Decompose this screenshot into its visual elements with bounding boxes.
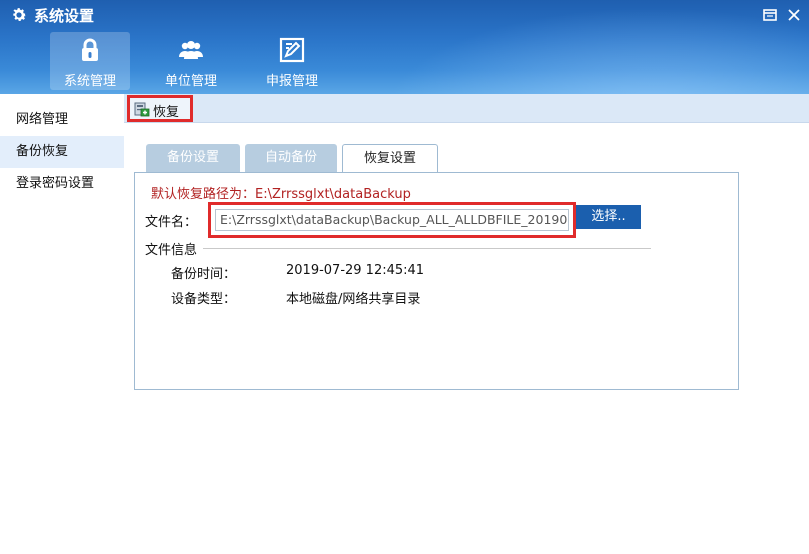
nav-label: 申报管理 <box>265 74 318 89</box>
file-name-label: 文件名： <box>145 215 198 230</box>
maximize-icon[interactable] <box>762 7 778 23</box>
nav-label: 单位管理 <box>164 74 217 89</box>
file-name-field[interactable]: E:\Zrrssglxt\dataBackup\Backup_ALL_ALLDB… <box>215 209 569 231</box>
nav-report-management[interactable]: 申报管理 <box>252 32 332 90</box>
device-type-label: 设备类型： <box>171 292 237 307</box>
title-bar: 系统设置 <box>0 0 809 30</box>
lock-icon <box>82 38 98 61</box>
device-type-value: 本地磁盘/网络共享目录 <box>286 292 421 307</box>
sidebar-item-login-password[interactable]: 登录密码设置 <box>0 168 124 200</box>
restore-settings-panel: 默认恢复路径为：E:\Zrrssglxt\dataBackup 文件名： E:\… <box>134 172 739 390</box>
sidebar: 网络管理 备份恢复 登录密码设置 <box>0 94 124 554</box>
restore-button[interactable]: 恢复 <box>127 95 193 122</box>
backup-time-value: 2019-07-29 12:45:41 <box>286 263 425 278</box>
file-info-heading: 文件信息 <box>145 243 198 258</box>
file-name-highlight: E:\Zrrssglxt\dataBackup\Backup_ALL_ALLDB… <box>208 202 576 238</box>
backup-time-label: 备份时间： <box>171 267 237 282</box>
users-icon <box>179 41 203 59</box>
tab-backup-settings[interactable]: 备份设置 <box>146 144 240 172</box>
sidebar-item-backup-restore[interactable]: 备份恢复 <box>0 136 124 168</box>
gear-icon <box>13 8 27 21</box>
nav-system-management[interactable]: 系统管理 <box>50 32 130 90</box>
window-title: 系统设置 <box>34 7 95 25</box>
tab-auto-backup[interactable]: 自动备份 <box>245 144 337 172</box>
choose-file-button[interactable]: 选择.. <box>576 205 641 229</box>
close-icon[interactable] <box>786 7 802 23</box>
restore-label: 恢复 <box>153 105 180 120</box>
restore-icon <box>134 102 150 117</box>
toolbar: 恢复 <box>124 94 809 123</box>
nav-unit-management[interactable]: 单位管理 <box>151 32 231 90</box>
app-header: 系统设置 系统管理 单位管理 申报管理 <box>0 0 809 94</box>
report-edit-icon <box>279 37 305 63</box>
nav-label: 系统管理 <box>63 74 116 89</box>
tab-restore-settings[interactable]: 恢复设置 <box>342 144 438 173</box>
sidebar-item-network[interactable]: 网络管理 <box>0 104 124 136</box>
divider <box>203 248 651 249</box>
default-restore-path: 默认恢复路径为：E:\Zrrssglxt\dataBackup <box>151 187 411 202</box>
